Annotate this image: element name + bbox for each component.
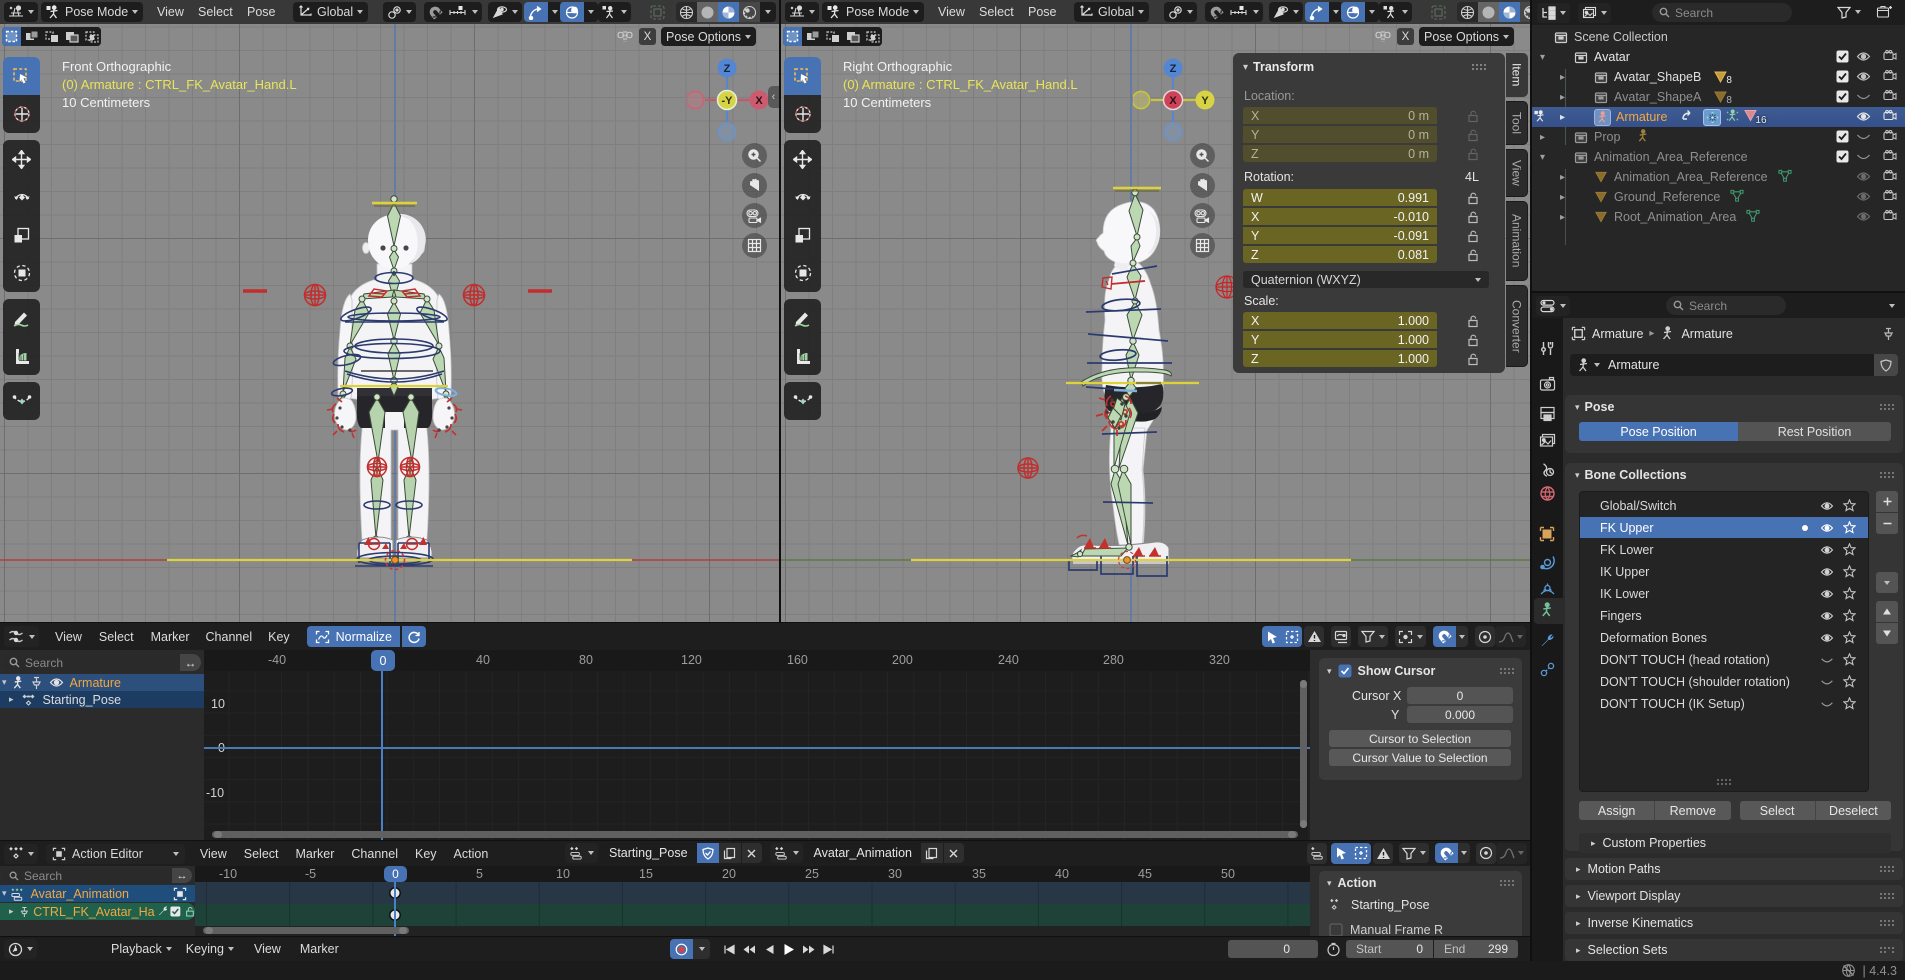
svg-text:Z: Z xyxy=(724,63,731,75)
svg-text:Y: Y xyxy=(1201,95,1209,107)
svg-text:X: X xyxy=(755,95,763,107)
svg-text:-Y: -Y xyxy=(722,95,734,107)
svg-text:Z: Z xyxy=(1170,63,1177,75)
svg-text:X: X xyxy=(1169,95,1177,107)
